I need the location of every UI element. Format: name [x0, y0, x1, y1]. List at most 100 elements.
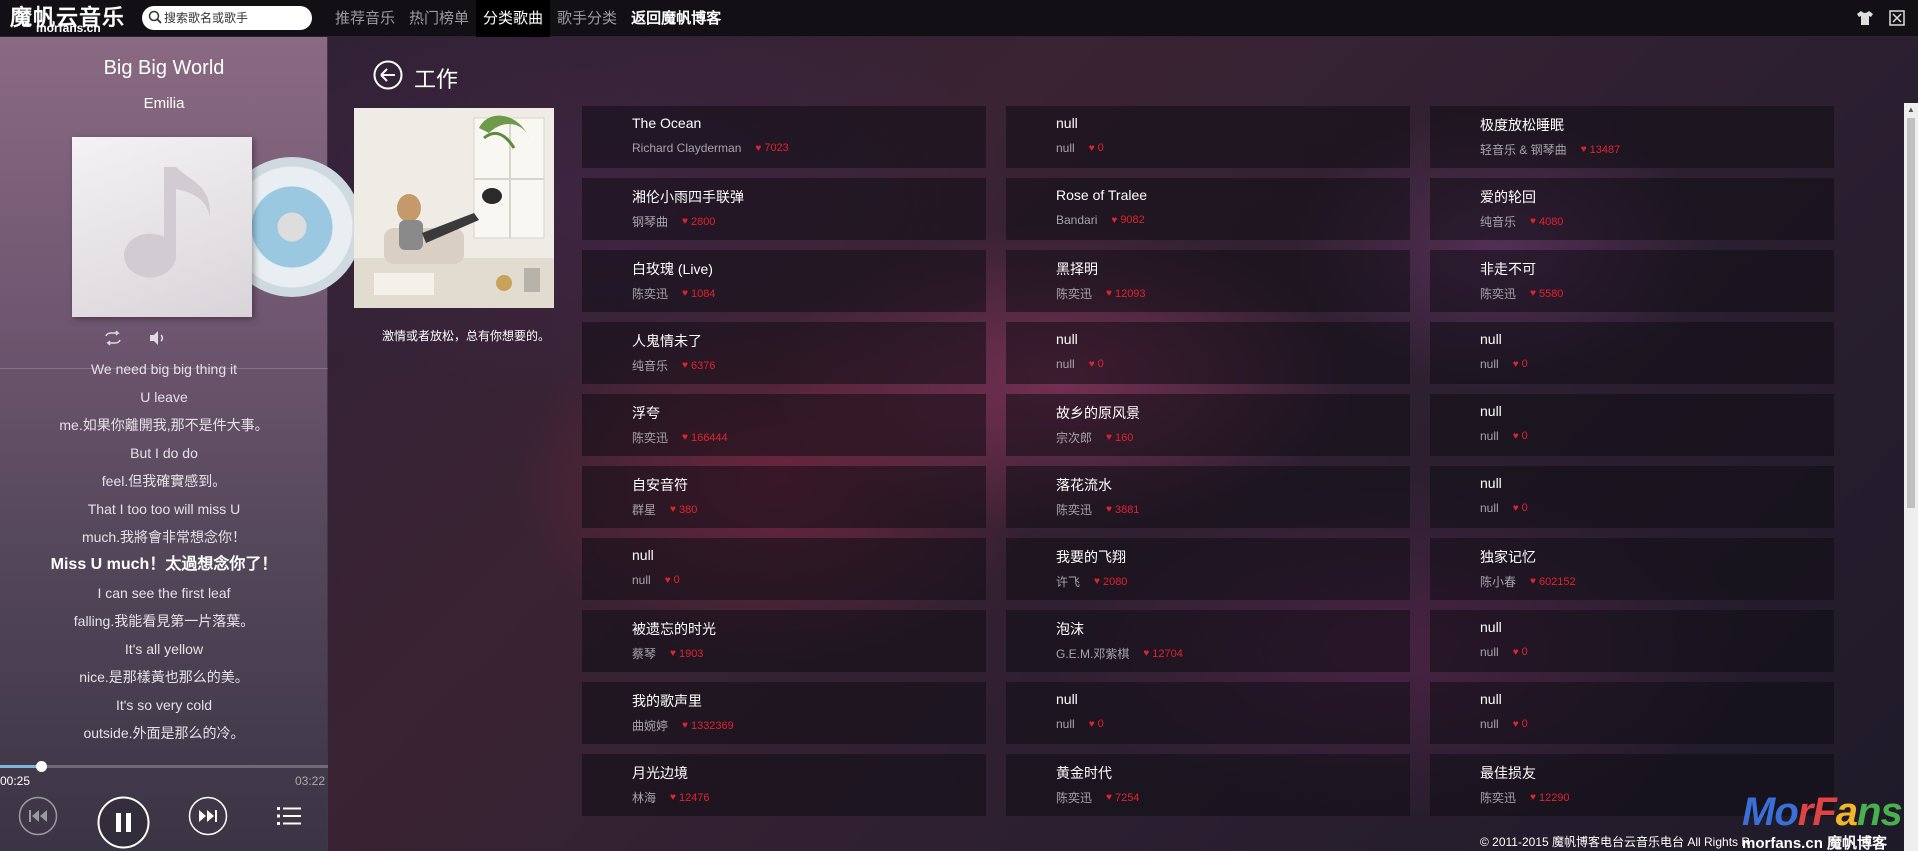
song-name: 非走不可: [1480, 261, 1536, 277]
song-artist: null: [1056, 141, 1075, 155]
like-count: 4080: [1538, 215, 1564, 228]
song-card[interactable]: 黑择明 陈奕迅 ♥ 12093: [1006, 250, 1410, 312]
song-card[interactable]: The Ocean Richard Clayderman ♥ 7023: [582, 106, 986, 168]
nav-item-3[interactable]: 歌手分类: [550, 0, 624, 37]
song-name: 最佳损友: [1480, 765, 1536, 781]
song-name: null: [1480, 475, 1502, 491]
song-card[interactable]: null null ♥ 0: [1430, 394, 1834, 456]
lyric-line: I can see the first leaf: [97, 585, 231, 601]
song-card[interactable]: null null ♥ 0: [1430, 466, 1834, 528]
window-controls: [1856, 9, 1906, 27]
scroll-up-icon[interactable]: ▲: [1904, 103, 1918, 117]
progress-bar[interactable]: [0, 761, 328, 772]
scrollbar[interactable]: ▲: [1904, 103, 1918, 851]
song-card[interactable]: Rose of Tralee Bandari ♥ 9082: [1006, 178, 1410, 240]
heart-icon: ♥: [755, 142, 762, 154]
likes: ♥ 160: [1106, 429, 1133, 446]
logo[interactable]: 魔帆云音乐 morfans.cn: [10, 0, 138, 37]
pause-button[interactable]: [97, 796, 150, 849]
nav-item-4[interactable]: 返回魔帆博客: [624, 0, 728, 37]
song-card[interactable]: 我要的飞翔 许飞 ♥ 2080: [1006, 538, 1410, 600]
heart-icon: ♥: [682, 216, 688, 227]
heart-icon: ♥: [1512, 502, 1519, 514]
song-artist: Richard Clayderman: [632, 141, 742, 155]
heart-icon: ♥: [1088, 718, 1095, 730]
song-meta: Richard Clayderman ♥ 7023: [632, 141, 789, 155]
song-card[interactable]: 浮夸 陈奕迅 ♥ 166444: [582, 394, 986, 456]
song-card[interactable]: 月光边境 林海 ♥ 12476: [582, 754, 986, 816]
song-card[interactable]: 我的歌声里 曲婉婷 ♥ 1332369: [582, 682, 986, 744]
song-card[interactable]: 泡沫 G.E.M.邓紫棋 ♥ 12704: [1006, 610, 1410, 672]
main-content: 工作 激情或者放松，总有你想要的。 The Ocean Richard Clayd…: [328, 37, 1918, 851]
nav-item-0[interactable]: 推荐音乐: [328, 0, 402, 37]
loop-icon[interactable]: [103, 330, 123, 346]
likes: ♥ 0: [1513, 717, 1528, 731]
back-arrow-icon[interactable]: [373, 60, 403, 90]
song-card[interactable]: 非走不可 陈奕迅 ♥ 5580: [1430, 250, 1834, 312]
like-count: 3881: [1114, 503, 1140, 516]
song-artist: 陈奕迅: [1480, 287, 1517, 301]
song-artist: 群星: [632, 503, 657, 517]
heart-icon: ♥: [670, 504, 676, 515]
song-name: 我的歌声里: [632, 693, 702, 709]
song-artist: null: [1480, 717, 1499, 731]
song-card[interactable]: 爱的轮回 纯音乐 ♥ 4080: [1430, 178, 1834, 240]
next-button[interactable]: [188, 796, 228, 836]
song-card[interactable]: 极度放松睡眠 轻音乐 & 钢琴曲 ♥ 13487: [1430, 106, 1834, 168]
song-card[interactable]: null null ♥ 0: [1006, 682, 1410, 744]
song-card[interactable]: 白玫瑰 (Live) 陈奕迅 ♥ 1084: [582, 250, 986, 312]
song-card[interactable]: 黄金时代 陈奕迅 ♥ 7254: [1006, 754, 1410, 816]
likes: ♥ 0: [1089, 357, 1104, 371]
song-card[interactable]: 故乡的原风景 宗次郎 ♥ 160: [1006, 394, 1410, 456]
song-card[interactable]: 湘伦小雨四手联弹 钢琴曲 ♥ 2800: [582, 178, 986, 240]
song-card[interactable]: 自安音符 群星 ♥ 380: [582, 466, 986, 528]
song-artist: 轻音乐 & 钢琴曲: [1480, 143, 1567, 157]
likes: ♥ 7254: [1106, 789, 1139, 806]
previous-button[interactable]: [18, 796, 58, 836]
heart-icon: ♥: [1106, 288, 1112, 299]
like-count: 0: [1521, 430, 1528, 442]
likes: ♥ 9082: [1111, 213, 1144, 227]
playlist-icon[interactable]: [276, 803, 302, 829]
song-artist: 陈奕迅: [1056, 503, 1093, 517]
progress-knob[interactable]: [35, 761, 47, 772]
search-icon[interactable]: [148, 10, 162, 24]
song-card[interactable]: 落花流水 陈奕迅 ♥ 3881: [1006, 466, 1410, 528]
song-artist: 陈小春: [1480, 575, 1517, 589]
like-count: 380: [678, 503, 698, 516]
likes: ♥ 13487: [1581, 141, 1621, 158]
scrollbar-thumb[interactable]: [1907, 118, 1915, 508]
song-card[interactable]: null null ♥ 0: [1006, 106, 1410, 168]
song-card[interactable]: 独家记忆 陈小春 ♥ 602152: [1430, 538, 1834, 600]
song-card[interactable]: null null ♥ 0: [1430, 610, 1834, 672]
song-card[interactable]: null null ♥ 0: [1006, 322, 1410, 384]
skin-icon[interactable]: [1856, 9, 1874, 27]
category-image: [354, 108, 554, 308]
song-card[interactable]: null null ♥ 0: [1430, 322, 1834, 384]
song-meta: null ♥ 0: [1480, 717, 1528, 731]
likes: ♥ 0: [1513, 501, 1528, 515]
song-artist: null: [1480, 357, 1499, 371]
likes: ♥ 0: [1513, 645, 1528, 659]
search-input[interactable]: [164, 9, 304, 27]
song-artist: 陈奕迅: [1480, 791, 1517, 805]
song-name: null: [1480, 331, 1502, 347]
song-card[interactable]: 被遗忘的时光 蔡琴 ♥ 1903: [582, 610, 986, 672]
song-card[interactable]: 人鬼情未了 纯音乐 ♥ 6376: [582, 322, 986, 384]
song-card[interactable]: null null ♥ 0: [1430, 682, 1834, 744]
nav-item-2[interactable]: 分类歌曲: [476, 0, 551, 37]
like-count: 0: [1521, 718, 1528, 730]
song-meta: 陈奕迅 ♥ 1084: [632, 285, 715, 302]
likes: ♥ 4080: [1530, 213, 1563, 230]
like-count: 12290: [1538, 791, 1570, 804]
like-count: 166444: [690, 431, 728, 444]
watermark-site: morfans.cn 魔帆博客: [1742, 835, 1888, 851]
song-name: null: [1056, 115, 1078, 131]
song-meta: 轻音乐 & 钢琴曲 ♥ 13487: [1480, 141, 1620, 158]
current-time: 00:25: [0, 774, 31, 788]
nav-item-1[interactable]: 热门榜单: [402, 0, 476, 37]
volume-icon[interactable]: [148, 330, 168, 346]
close-icon[interactable]: [1888, 9, 1906, 27]
song-card[interactable]: null null ♥ 0: [582, 538, 986, 600]
song-meta: null ♥ 0: [632, 573, 680, 587]
